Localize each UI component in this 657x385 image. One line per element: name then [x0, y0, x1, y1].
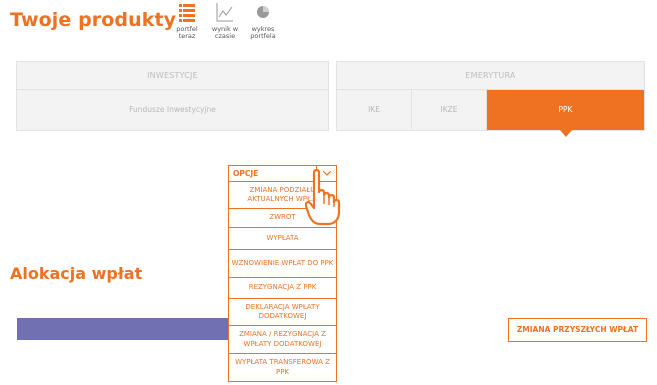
tab-ike[interactable]: IKE: [337, 90, 412, 130]
tab-investment-funds[interactable]: Fundusze Inwestycyjne: [17, 90, 328, 130]
menu-item-resume-ppk-payments[interactable]: WZNOWIENIE WPŁAT DO PPK: [229, 250, 336, 278]
line-chart-icon: [216, 3, 233, 22]
tab-ikze[interactable]: IKZE: [412, 90, 487, 130]
investments-heading[interactable]: INWESTYCJE: [17, 62, 328, 90]
view-pie-chart-button[interactable]: wykres portfela: [244, 2, 282, 40]
menu-item-change-additional-payment[interactable]: ZMIANA / REZYGNACJA Z WPŁATY DODATKOWEJ: [229, 326, 336, 354]
view-switch: portfel teraz wynik w czasie wykres port…: [168, 2, 282, 40]
page-title: Twoje produkty: [10, 9, 177, 31]
allocation-title: Alokacja wpłat: [10, 264, 143, 283]
hand-cursor-icon: [305, 169, 341, 226]
view-label: wynik w czasie: [211, 25, 239, 40]
change-future-payments-button[interactable]: ZMIANA PRZYSZŁYCH WPŁAT: [508, 318, 647, 342]
list-icon: [179, 4, 195, 22]
investments-panel: INWESTYCJE Fundusze Inwestycyjne: [16, 61, 329, 131]
menu-item-transfer-withdrawal[interactable]: WYPŁATA TRANSFEROWA Z PPK: [229, 354, 336, 381]
menu-item-additional-payment-declaration[interactable]: DEKLARACJA WPŁATY DODATKOWEJ: [229, 299, 336, 326]
pie-chart-icon: [257, 6, 269, 18]
view-performance-button[interactable]: wynik w czasie: [206, 2, 244, 40]
menu-item-withdrawal[interactable]: WYPŁATA: [229, 228, 336, 250]
retirement-heading[interactable]: EMERYTURA: [337, 62, 644, 90]
view-label: portfel teraz: [176, 25, 198, 40]
view-portfolio-now-button[interactable]: portfel teraz: [168, 2, 206, 40]
tab-ppk[interactable]: PPK: [487, 90, 644, 137]
retirement-panel: EMERYTURA IKE IKZE PPK: [336, 61, 645, 137]
menu-item-resign-ppk[interactable]: REZYGNACJA Z PPK: [229, 278, 336, 299]
view-label: wykres portfela: [250, 25, 276, 40]
options-label: OPCJE: [233, 169, 259, 178]
